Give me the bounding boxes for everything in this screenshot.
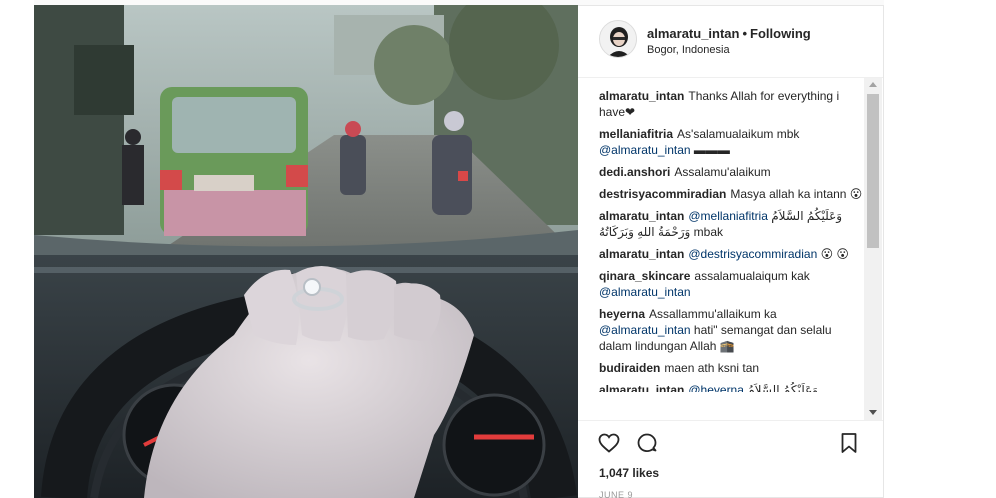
comment-text: Masya allah ka intann 😮: [730, 187, 863, 201]
comment-author[interactable]: almaratu_intan: [599, 89, 684, 103]
comment-item: mellaniafitria As'salamualaikum mbk @alma…: [599, 126, 863, 158]
comment-author[interactable]: budiraiden: [599, 361, 660, 375]
comment-item: almaratu_intan @mellaniafitria وَعَلَيْكُ…: [599, 208, 863, 240]
photo-illustration: [34, 5, 578, 498]
comment-author[interactable]: heyerna: [599, 307, 645, 321]
comment-item: destrisyacommiradian Masya allah ka intan…: [599, 186, 863, 202]
comment-text: maen ath ksni tan: [664, 361, 760, 375]
comment-mention[interactable]: @almaratu_intan: [599, 143, 691, 157]
comment-text: As'salamualaikum mbk: [677, 127, 800, 141]
comment-item: heyerna Assallammu'allaikum ka @almaratu_…: [599, 306, 863, 354]
location-link[interactable]: Bogor, Indonesia: [647, 44, 730, 56]
comment-icon: [637, 433, 657, 452]
username-link[interactable]: almaratu_intan: [647, 26, 739, 41]
comment-item: qinara_skincare assalamualaiqum kak @alma…: [599, 268, 863, 300]
following-button[interactable]: Following: [750, 26, 811, 41]
post-side-panel: almaratu_intan • Following Bogor, Indonesi…: [578, 5, 884, 498]
instagram-post-modal: almaratu_intan • Following Bogor, Indonesi…: [0, 0, 996, 498]
comments-scrollbar[interactable]: [864, 78, 882, 420]
separator-dot: •: [742, 26, 748, 41]
heart-icon: [598, 433, 620, 453]
scrollbar-thumb[interactable]: [867, 94, 879, 248]
scroll-down-arrow-icon[interactable]: [869, 410, 877, 415]
comment-author[interactable]: dedi.anshori: [599, 165, 670, 179]
comments-list: almaratu_intan Thanks Allah for everythin…: [599, 88, 863, 418]
page-margin-right: [884, 0, 996, 498]
username-line: almaratu_intan • Following: [647, 26, 811, 41]
comment-author[interactable]: almaratu_intan: [599, 209, 684, 223]
comment-author[interactable]: qinara_skincare: [599, 269, 690, 283]
comment-mention[interactable]: @destrisyacommiradian: [688, 247, 817, 261]
comment-author[interactable]: destrisyacommiradian: [599, 187, 726, 201]
comment-text: 😮 😮: [817, 247, 849, 261]
comment-author[interactable]: almaratu_intan: [599, 383, 684, 392]
avatar-image: [600, 21, 636, 57]
comment-text: Assalamu'alaikum: [674, 165, 771, 179]
comment-mention[interactable]: @mellaniafitria: [688, 209, 768, 223]
comment-text: Assallammu'allaikum ka: [649, 307, 777, 321]
avatar[interactable]: [599, 20, 637, 58]
post-actions: 1,047 likes JUNE 9: [578, 420, 883, 498]
page-margin-left: [0, 0, 34, 498]
comment-text: assalamualaiqum kak: [694, 269, 810, 283]
comment-mention[interactable]: @almaratu_intan: [599, 285, 691, 299]
post-date[interactable]: JUNE 9: [599, 490, 633, 498]
scroll-up-arrow-icon[interactable]: [869, 82, 877, 87]
like-button[interactable]: [597, 431, 621, 455]
comment-item: almaratu_intan @heyerna وَعَلَيْكُمُ السَ…: [599, 382, 863, 392]
likes-count[interactable]: 1,047 likes: [599, 466, 659, 480]
comment-author[interactable]: mellaniafitria: [599, 127, 673, 141]
comment-item: dedi.anshori Assalamu'alaikum: [599, 164, 863, 180]
comment-item: almaratu_intan Thanks Allah for everythin…: [599, 88, 863, 120]
comment-suffix: ▬▬▬: [690, 143, 730, 157]
comment-text: وَعَلَيْكُمُ السَّلاَمُ: [743, 383, 819, 392]
comment-item: almaratu_intan @destrisyacommiradian 😮 😮: [599, 246, 863, 262]
post-header: almaratu_intan • Following Bogor, Indonesi…: [578, 6, 883, 78]
comment-mention[interactable]: @almaratu_intan: [599, 323, 691, 337]
post-photo: [34, 5, 578, 498]
comment-author[interactable]: almaratu_intan: [599, 247, 684, 261]
save-button[interactable]: [837, 431, 861, 455]
bookmark-icon: [841, 433, 857, 453]
comment-mention[interactable]: @heyerna: [688, 383, 744, 392]
comment-item: budiraiden maen ath ksni tan: [599, 360, 863, 376]
comment-button[interactable]: [635, 431, 659, 455]
